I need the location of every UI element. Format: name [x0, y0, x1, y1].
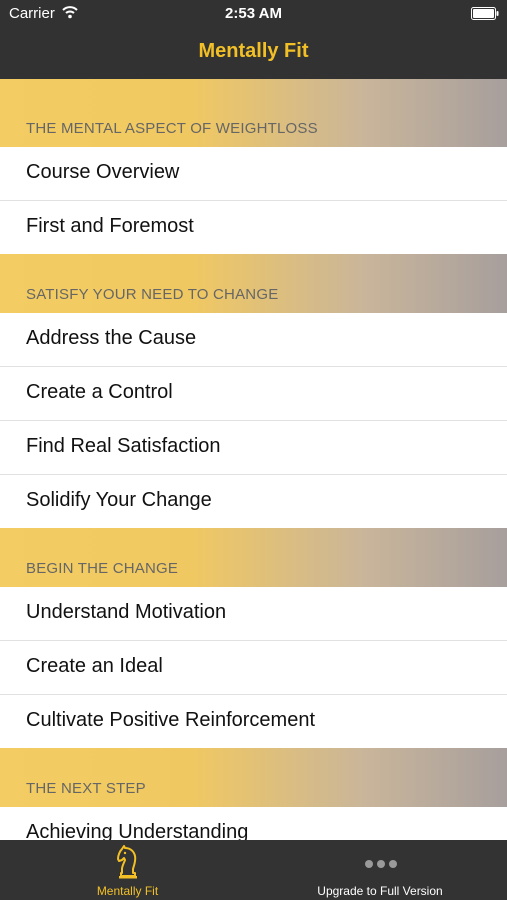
list-item[interactable]: Create an Ideal	[0, 641, 507, 695]
navigation-bar: Carrier 2:53 AM Mentally Fit	[0, 0, 507, 79]
list-item[interactable]: Understand Motivation	[0, 587, 507, 641]
list-item[interactable]: Address the Cause	[0, 313, 507, 367]
knight-chess-icon	[117, 845, 137, 879]
list-item[interactable]: Solidify Your Change	[0, 475, 507, 528]
section-header: BEGIN THE CHANGE	[0, 528, 507, 587]
section-header: THE MENTAL ASPECT OF WEIGHTLOSS	[0, 79, 507, 147]
list-item[interactable]: Create a Control	[0, 367, 507, 421]
status-time: 2:53 AM	[225, 5, 282, 22]
tab-label: Upgrade to Full Version	[317, 884, 443, 898]
tab-mentally-fit[interactable]: Mentally Fit	[70, 840, 185, 900]
tab-upgrade[interactable]: Upgrade to Full Version	[290, 840, 470, 900]
course-list[interactable]: THE MENTAL ASPECT OF WEIGHTLOSS Course O…	[0, 79, 507, 840]
list-item[interactable]: Course Overview	[0, 147, 507, 201]
section-header: SATISFY YOUR NEED TO CHANGE	[0, 254, 507, 313]
more-dots-icon	[365, 860, 397, 868]
page-title: Mentally Fit	[198, 40, 309, 62]
status-bar: Carrier 2:53 AM	[0, 0, 507, 28]
list-item[interactable]: First and Foremost	[0, 201, 507, 254]
battery-icon	[471, 7, 499, 20]
list-item[interactable]: Achieving Understanding	[0, 807, 507, 840]
list-item[interactable]: Find Real Satisfaction	[0, 421, 507, 475]
tab-bar: Mentally Fit Upgrade to Full Version	[0, 840, 507, 900]
tab-label: Mentally Fit	[96, 884, 159, 898]
section-header: THE NEXT STEP	[0, 748, 507, 807]
list-item[interactable]: Cultivate Positive Reinforcement	[0, 695, 507, 748]
